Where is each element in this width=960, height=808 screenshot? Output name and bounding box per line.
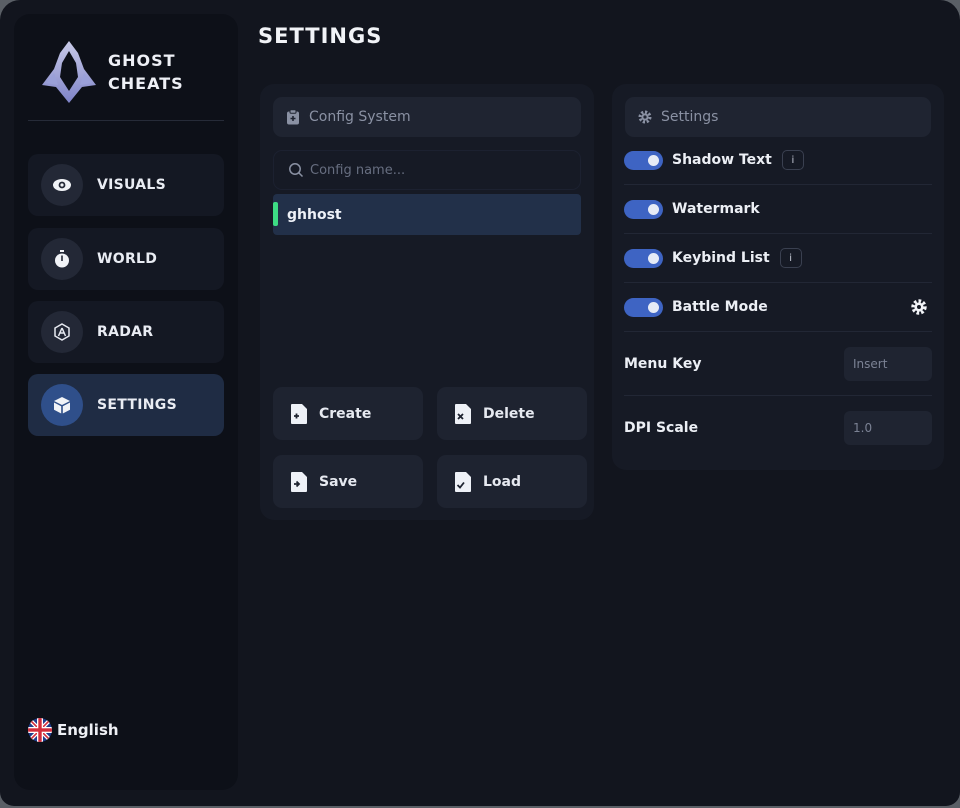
clipboard-icon (287, 109, 299, 125)
shadow-text-toggle[interactable] (624, 150, 663, 170)
gear-icon (638, 110, 652, 124)
uk-flag-icon (28, 718, 52, 742)
menu-key-input[interactable] (844, 346, 932, 381)
config-panel-title: Config System (309, 109, 411, 125)
page-title: SETTINGS (258, 24, 383, 48)
setting-row-dpi-scale: DPI Scale (624, 396, 932, 460)
watermark-toggle[interactable] (624, 199, 663, 219)
sidebar-item-world[interactable]: WORLD (28, 228, 224, 290)
menu-key-label: Menu Key (624, 355, 702, 372)
sidebar-item-settings[interactable]: SETTINGS (28, 374, 224, 436)
delete-button-label: Delete (483, 405, 535, 422)
file-load-icon (455, 471, 471, 492)
sidebar-item-radar[interactable]: RADAR (28, 301, 224, 363)
file-save-icon (291, 471, 307, 492)
sidebar-item-visuals[interactable]: VISUALS (28, 154, 224, 216)
sidebar-item-label: SETTINGS (97, 397, 177, 413)
nav-icon-wrap (41, 311, 83, 353)
config-panel-header: Config System (273, 97, 581, 137)
config-item-name: ghhost (287, 206, 342, 223)
dpi-scale-label: DPI Scale (624, 420, 699, 436)
setting-row-battle-mode: Battle Mode (624, 283, 932, 332)
save-button-label: Save (319, 473, 358, 490)
stopwatch-icon (55, 250, 69, 268)
info-icon[interactable]: i (779, 248, 802, 268)
sidebar-item-label: RADAR (97, 324, 154, 340)
load-button-label: Load (483, 473, 522, 490)
setting-row-menu-key: Menu Key (624, 332, 932, 396)
sidebar-item-label: WORLD (97, 251, 158, 267)
search-icon (289, 163, 304, 178)
config-system-panel: Config System ghhost Create (260, 84, 594, 520)
create-button[interactable]: Create (273, 387, 423, 440)
toggle-knob (648, 203, 659, 215)
nav-icon-wrap (41, 164, 83, 206)
sidebar: GHOST CHEATS VISUALS WORLD RADAR SETTING… (14, 14, 238, 790)
create-button-label: Create (319, 405, 372, 422)
load-button[interactable]: Load (437, 455, 587, 508)
brand-line-2: CHEATS (108, 74, 184, 93)
brand-name: GHOST CHEATS (108, 49, 184, 95)
config-list-item[interactable]: ghhost (273, 194, 581, 235)
file-delete-icon (455, 403, 471, 424)
language-label: English (57, 721, 119, 739)
setting-label: Battle Mode (672, 299, 768, 315)
setting-label: Keybind List (672, 250, 770, 266)
eye-icon (53, 179, 71, 191)
settings-panel: Settings Shadow Text i Watermark Keybind… (612, 84, 944, 470)
toggle-knob (648, 154, 659, 166)
setting-row-watermark: Watermark (624, 185, 932, 234)
toggle-knob (648, 301, 659, 313)
save-button[interactable]: Save (273, 455, 423, 508)
setting-row-keybind-list: Keybind List i (624, 234, 932, 283)
ghost-hood-logo-icon (42, 41, 96, 103)
file-create-icon (291, 403, 307, 424)
info-icon[interactable]: i (781, 150, 804, 170)
settings-panel-title: Settings (661, 109, 719, 125)
config-search (273, 150, 581, 190)
setting-label: Shadow Text (672, 152, 772, 168)
toggle-knob (648, 252, 659, 264)
battle-mode-gear-icon[interactable] (910, 298, 928, 316)
sidebar-item-label: VISUALS (97, 177, 167, 193)
battle-mode-toggle[interactable] (624, 297, 663, 317)
setting-row-shadow-text: Shadow Text i (624, 136, 932, 185)
keybind-list-toggle[interactable] (624, 248, 663, 268)
sidebar-divider (28, 120, 224, 121)
nav-icon-wrap (41, 384, 83, 426)
delete-button[interactable]: Delete (437, 387, 587, 440)
settings-panel-header: Settings (625, 97, 931, 137)
app-window: GHOST CHEATS VISUALS WORLD RADAR SETTING… (0, 0, 960, 806)
language-selector[interactable]: English (28, 718, 119, 742)
brand-line-1: GHOST (108, 51, 176, 70)
config-name-input[interactable] (310, 162, 560, 178)
radar-icon (54, 323, 70, 341)
selected-marker (273, 202, 278, 226)
nav-icon-wrap (41, 238, 83, 280)
setting-label: Watermark (672, 201, 760, 217)
box-icon (54, 397, 70, 414)
dpi-scale-input[interactable] (844, 411, 932, 445)
brand-logo: GHOST CHEATS (40, 34, 230, 110)
